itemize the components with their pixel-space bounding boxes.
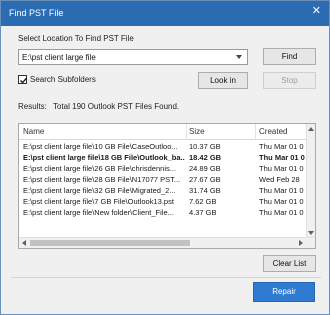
results-table[interactable]: Name Size Created E:\pst client large fi… [18,123,316,249]
scroll-thumb[interactable] [30,240,190,246]
row-name: E:\pst client large file\26 GB File\chri… [23,164,176,173]
row-created: Thu Mar 01 0 [259,208,304,217]
row-name: E:\pst client large file\New folder\Clie… [23,208,174,217]
results-label: Results: [18,102,47,111]
scroll-up-icon[interactable] [308,127,314,131]
search-subfolders-checkbox[interactable] [18,75,27,84]
scroll-down-icon[interactable] [308,231,314,235]
repair-button[interactable]: Repair [253,282,315,302]
location-combobox[interactable]: E:\pst client large file [18,49,248,65]
column-divider[interactable] [255,124,256,140]
column-header-name[interactable]: Name [23,127,44,136]
row-name: E:\pst client large file\10 GB File\Case… [23,142,178,151]
footer-divider [11,277,321,278]
results-summary: Total 190 Outlook PST Files Found. [53,102,180,111]
location-label: Select Location To Find PST File [18,34,134,43]
scroll-right-icon[interactable] [299,240,303,246]
location-value: E:\pst client large file [22,53,96,62]
column-header-size[interactable]: Size [189,127,205,136]
table-row[interactable]: E:\pst client large file\10 GB File\Case… [19,141,307,152]
row-created: Thu Mar 01 0 [259,186,304,195]
row-name: E:\pst client large file\32 GB File\Migr… [23,186,176,195]
row-size: 18.42 GB [189,153,222,162]
row-name: E:\pst client large file\28 GB File\N170… [23,175,181,184]
column-divider[interactable] [186,124,187,140]
table-row[interactable]: E:\pst client large file\7 GB File\Outlo… [19,196,307,207]
row-created: Thu Mar 01 0 [259,153,305,162]
row-size: 7.62 GB [189,197,217,206]
search-subfolders-label: Search Subfolders [30,75,96,84]
table-row-selected[interactable]: E:\pst client large file\18 GB File\Outl… [19,152,307,163]
column-header-created[interactable]: Created [259,127,287,136]
row-size: 10.37 GB [189,142,221,151]
row-created: Thu Mar 01 0 [259,197,304,206]
checkmark-icon [20,77,27,84]
stop-button[interactable]: Stop [263,72,316,89]
row-size: 31.74 GB [189,186,221,195]
row-size: 27.67 GB [189,175,221,184]
row-created: Thu Mar 01 0 [259,142,304,151]
scroll-left-icon[interactable] [22,240,26,246]
look-in-button[interactable]: Look in [198,72,248,89]
close-icon[interactable]: ✕ [312,6,321,17]
find-button[interactable]: Find [263,48,316,65]
vertical-scrollbar[interactable] [306,124,315,238]
row-size: 4.37 GB [189,208,217,217]
title-bar: Find PST File ✕ [1,1,329,26]
table-row[interactable]: E:\pst client large file\28 GB File\N170… [19,174,307,185]
chevron-down-icon[interactable] [236,55,242,59]
row-created: Wed Feb 28 [259,175,300,184]
find-pst-dialog: Find PST File ✕ Select Location To Find … [0,0,330,315]
table-row[interactable]: E:\pst client large file\32 GB File\Migr… [19,185,307,196]
clear-list-button[interactable]: Clear List [263,255,316,272]
table-header: Name Size Created [19,124,307,140]
row-name: E:\pst client large file\7 GB File\Outlo… [23,197,174,206]
window-title: Find PST File [9,8,64,18]
row-name: E:\pst client large file\18 GB File\Outl… [23,153,185,162]
horizontal-scrollbar[interactable] [19,237,315,248]
table-row[interactable]: E:\pst client large file\26 GB File\chri… [19,163,307,174]
table-row[interactable]: E:\pst client large file\New folder\Clie… [19,207,307,218]
row-size: 24.89 GB [189,164,221,173]
row-created: Thu Mar 01 0 [259,164,304,173]
